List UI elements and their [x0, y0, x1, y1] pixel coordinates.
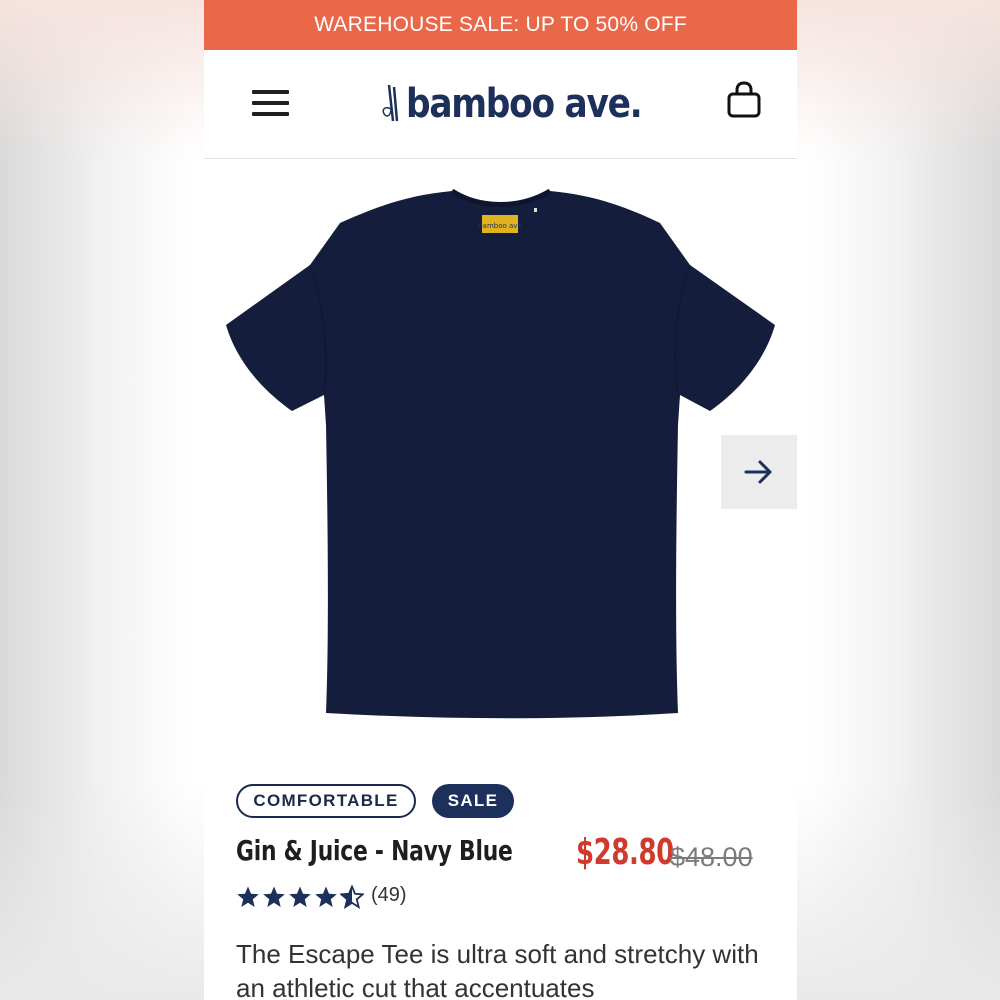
logo-wordmark: bamboo ave. — [406, 81, 643, 127]
product-image-gallery[interactable]: bamboo ave — [204, 159, 797, 767]
bamboo-leaf-logo-icon — [382, 84, 399, 122]
navy-tshirt-image: bamboo ave — [226, 188, 775, 719]
product-title: Gin & Juice - Navy Blue — [236, 834, 513, 867]
original-price: $48.00 — [670, 842, 753, 872]
badge-sale: SALE — [432, 784, 514, 818]
hamburger-menu-icon[interactable] — [252, 90, 289, 116]
shopping-bag-icon[interactable] — [726, 80, 762, 120]
promo-banner[interactable]: WAREHOUSE SALE: UP TO 50% OFF — [204, 0, 797, 50]
star-full-icon — [263, 886, 285, 907]
brand-logo[interactable]: bamboo ave. — [380, 78, 680, 130]
star-half-icon — [340, 885, 364, 909]
arrow-right-icon — [744, 460, 772, 484]
mobile-page: WAREHOUSE SALE: UP TO 50% OFF bamboo ave… — [204, 0, 797, 1000]
gallery-next-button[interactable] — [721, 435, 797, 509]
review-count[interactable]: (49) — [371, 884, 407, 907]
product-description: The Escape Tee is ultra soft and stretch… — [236, 939, 759, 1000]
sale-price: $28.80 — [576, 832, 674, 873]
star-full-icon — [289, 886, 311, 907]
shirt-label-tag: bamboo ave — [478, 222, 522, 230]
star-rating[interactable] — [236, 885, 364, 909]
badge-comfortable: COMFORTABLE — [236, 784, 416, 818]
promo-banner-text: WAREHOUSE SALE: UP TO 50% OFF — [314, 13, 687, 36]
star-full-icon — [237, 886, 259, 907]
site-header: bamboo ave. — [204, 50, 797, 159]
star-full-icon — [315, 886, 337, 907]
